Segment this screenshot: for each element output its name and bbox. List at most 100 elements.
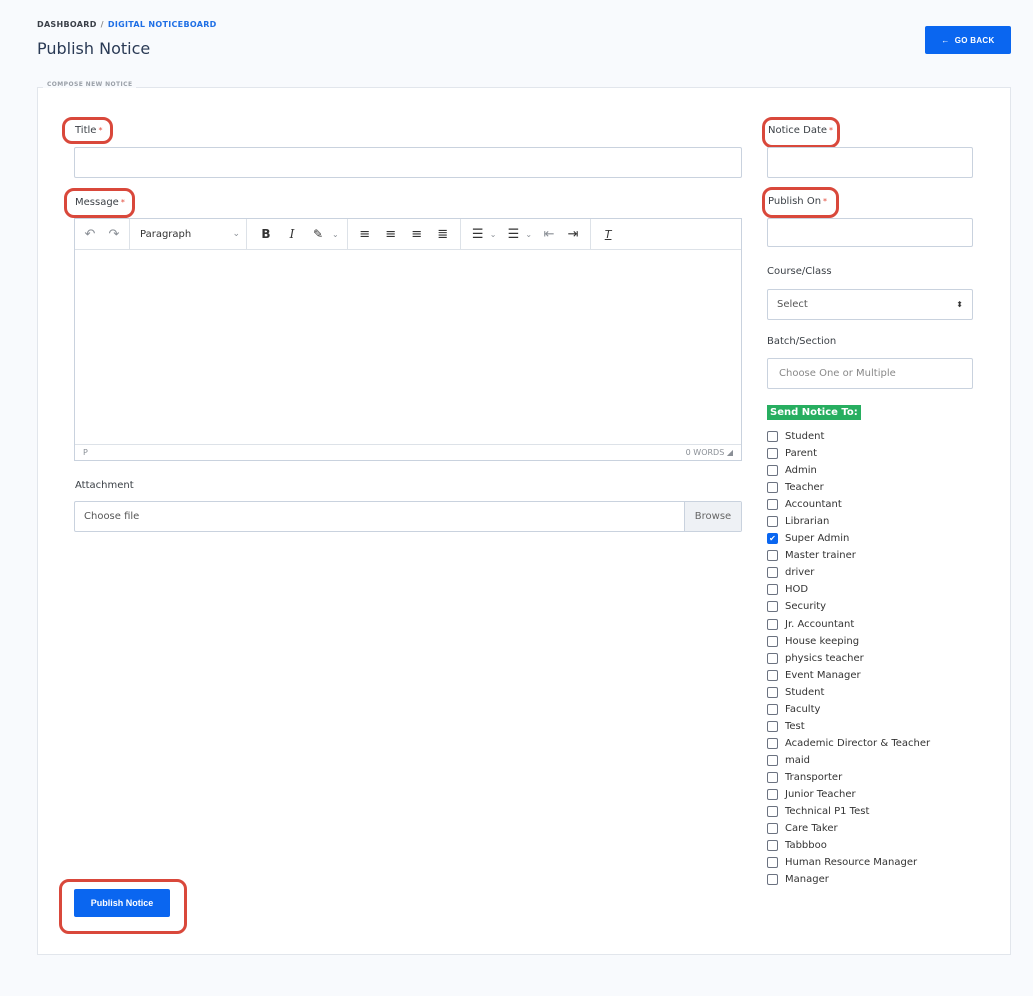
checkbox-icon[interactable] [767,550,778,562]
checkbox-icon[interactable] [767,431,778,443]
align-justify-icon[interactable]: ≣ [436,227,450,242]
numbered-list-icon[interactable]: ☰ [506,227,520,242]
bold-icon[interactable]: B [259,227,273,241]
role-checkbox-item[interactable]: Jr. Accountant [767,616,1007,633]
checkbox-icon[interactable] [767,806,778,818]
outdent-icon[interactable]: ⇤ [542,227,556,242]
clear-formatting-icon[interactable]: T [601,228,615,241]
role-checkbox-item[interactable]: Student [767,684,1007,701]
bulleted-list-icon[interactable]: ☰ [471,227,485,242]
role-checkbox-item[interactable]: Tabbboo [767,837,1007,854]
course-label: Course/Class [767,266,832,277]
breadcrumb: DASHBOARD / DIGITAL NOTICEBOARD [37,20,217,29]
go-back-button[interactable]: ← GO BACK [925,26,1011,54]
checkbox-icon[interactable] [767,652,778,664]
attachment-file-input[interactable]: Choose file Browse [74,501,742,532]
breadcrumb-home[interactable]: DASHBOARD [37,20,97,29]
publish-on-input[interactable] [767,218,973,247]
go-back-label: GO BACK [954,35,995,45]
role-checkbox-item[interactable]: Student [767,428,1007,445]
title-input[interactable] [74,147,742,178]
role-checkbox-item[interactable]: Teacher [767,479,1007,496]
role-label: Junior Teacher [785,789,856,800]
message-label: Message * [75,197,125,208]
message-editor[interactable]: ↶ ↷ Paragraph ⌄ B I ✎ ⌄ ≡ ≡ ≡ ≣ ☰ ⌄ ☰ ⌄ … [74,218,742,461]
role-label: physics teacher [785,652,864,664]
course-select[interactable]: Select ⬍ [767,289,973,320]
checkbox-icon[interactable] [767,601,778,613]
highlight-icon[interactable]: ✎ [311,227,325,241]
breadcrumb-current[interactable]: DIGITAL NOTICEBOARD [108,20,217,29]
checkbox-icon[interactable] [767,857,778,869]
checkbox-icon[interactable] [767,499,778,511]
checkbox-icon[interactable] [767,635,778,647]
role-checkbox-item[interactable]: Security [767,598,1007,615]
role-label: Super Admin [785,533,850,545]
role-checkbox-item[interactable]: physics teacher [767,650,1007,667]
chevron-down-icon[interactable]: ⌄ [525,230,532,239]
checkbox-icon[interactable] [767,789,778,800]
checkbox-icon[interactable] [767,720,778,732]
role-checkbox-item[interactable]: maid [767,752,1007,769]
breadcrumb-separator: / [100,20,104,29]
role-checkbox-item[interactable]: Test [767,718,1007,735]
role-checkbox-item[interactable]: Care Taker [767,820,1007,837]
checkbox-icon[interactable] [767,669,778,681]
checkbox-icon[interactable] [767,584,778,596]
resize-handle-icon[interactable]: ◢ [727,448,733,457]
role-checkbox-item[interactable]: Faculty [767,701,1007,718]
role-checkbox-item[interactable]: Transporter [767,769,1007,786]
chevron-down-icon: ⌄ [232,229,240,239]
checkbox-icon[interactable] [767,482,778,494]
checkbox-icon[interactable] [767,448,778,460]
role-checkbox-item[interactable]: driver [767,564,1007,581]
italic-icon[interactable]: I [285,227,299,241]
checkbox-checked-icon[interactable]: ✔ [767,533,778,545]
role-checkbox-item[interactable]: ✔ Super Admin [767,530,1007,547]
checkbox-icon[interactable] [767,465,778,477]
indent-icon[interactable]: ⇥ [566,227,580,242]
editor-statusbar: P 0 WORDS ◢ [75,444,741,460]
role-label: Parent [785,448,818,460]
redo-icon[interactable]: ↷ [107,227,121,242]
compose-legend: COMPOSE NEW NOTICE [43,81,137,88]
role-checkbox-item[interactable]: Librarian [767,513,1007,530]
checkbox-icon[interactable] [767,516,778,528]
role-checkbox-item[interactable]: Parent [767,445,1007,462]
batch-multiselect[interactable]: Choose One or Multiple [767,358,973,389]
checkbox-icon[interactable] [767,840,778,852]
role-checkbox-item[interactable]: House keeping [767,633,1007,650]
checkbox-icon[interactable] [767,771,778,783]
role-checkbox-item[interactable]: Admin [767,462,1007,479]
publish-notice-button[interactable]: Publish Notice [74,889,170,917]
checkbox-icon[interactable] [767,703,778,715]
role-checkbox-item[interactable]: Accountant [767,496,1007,513]
role-checkbox-item[interactable]: Manager [767,871,1007,888]
browse-button[interactable]: Browse [684,502,741,531]
checkbox-icon[interactable] [767,567,778,579]
checkbox-icon[interactable] [767,823,778,835]
notice-date-input[interactable] [767,147,973,178]
role-checkbox-item[interactable]: Junior Teacher [767,786,1007,803]
role-checkbox-item[interactable]: Master trainer [767,547,1007,564]
role-checkbox-item[interactable]: HOD [767,581,1007,598]
role-checkbox-item[interactable]: Event Manager [767,667,1007,684]
checkbox-icon[interactable] [767,686,778,698]
role-label: Student [785,686,825,698]
align-left-icon[interactable]: ≡ [358,227,372,242]
role-checkbox-item[interactable]: Human Resource Manager [767,854,1007,871]
role-checkbox-item[interactable]: Academic Director & Teacher [767,735,1007,752]
chevron-down-icon[interactable]: ⌄ [332,230,339,239]
undo-icon[interactable]: ↶ [83,227,97,242]
role-checkbox-item[interactable]: Technical P1 Test [767,803,1007,820]
editor-toolbar: ↶ ↷ Paragraph ⌄ B I ✎ ⌄ ≡ ≡ ≡ ≣ ☰ ⌄ ☰ ⌄ … [75,219,741,250]
chevron-down-icon[interactable]: ⌄ [490,230,497,239]
checkbox-icon[interactable] [767,737,778,749]
checkbox-icon[interactable] [767,874,778,886]
align-center-icon[interactable]: ≡ [384,227,398,242]
editor-path: P [83,448,88,457]
checkbox-icon[interactable] [767,754,778,766]
checkbox-icon[interactable] [767,618,778,630]
align-right-icon[interactable]: ≡ [410,227,424,242]
paragraph-format-select[interactable]: Paragraph ⌄ [140,229,240,240]
